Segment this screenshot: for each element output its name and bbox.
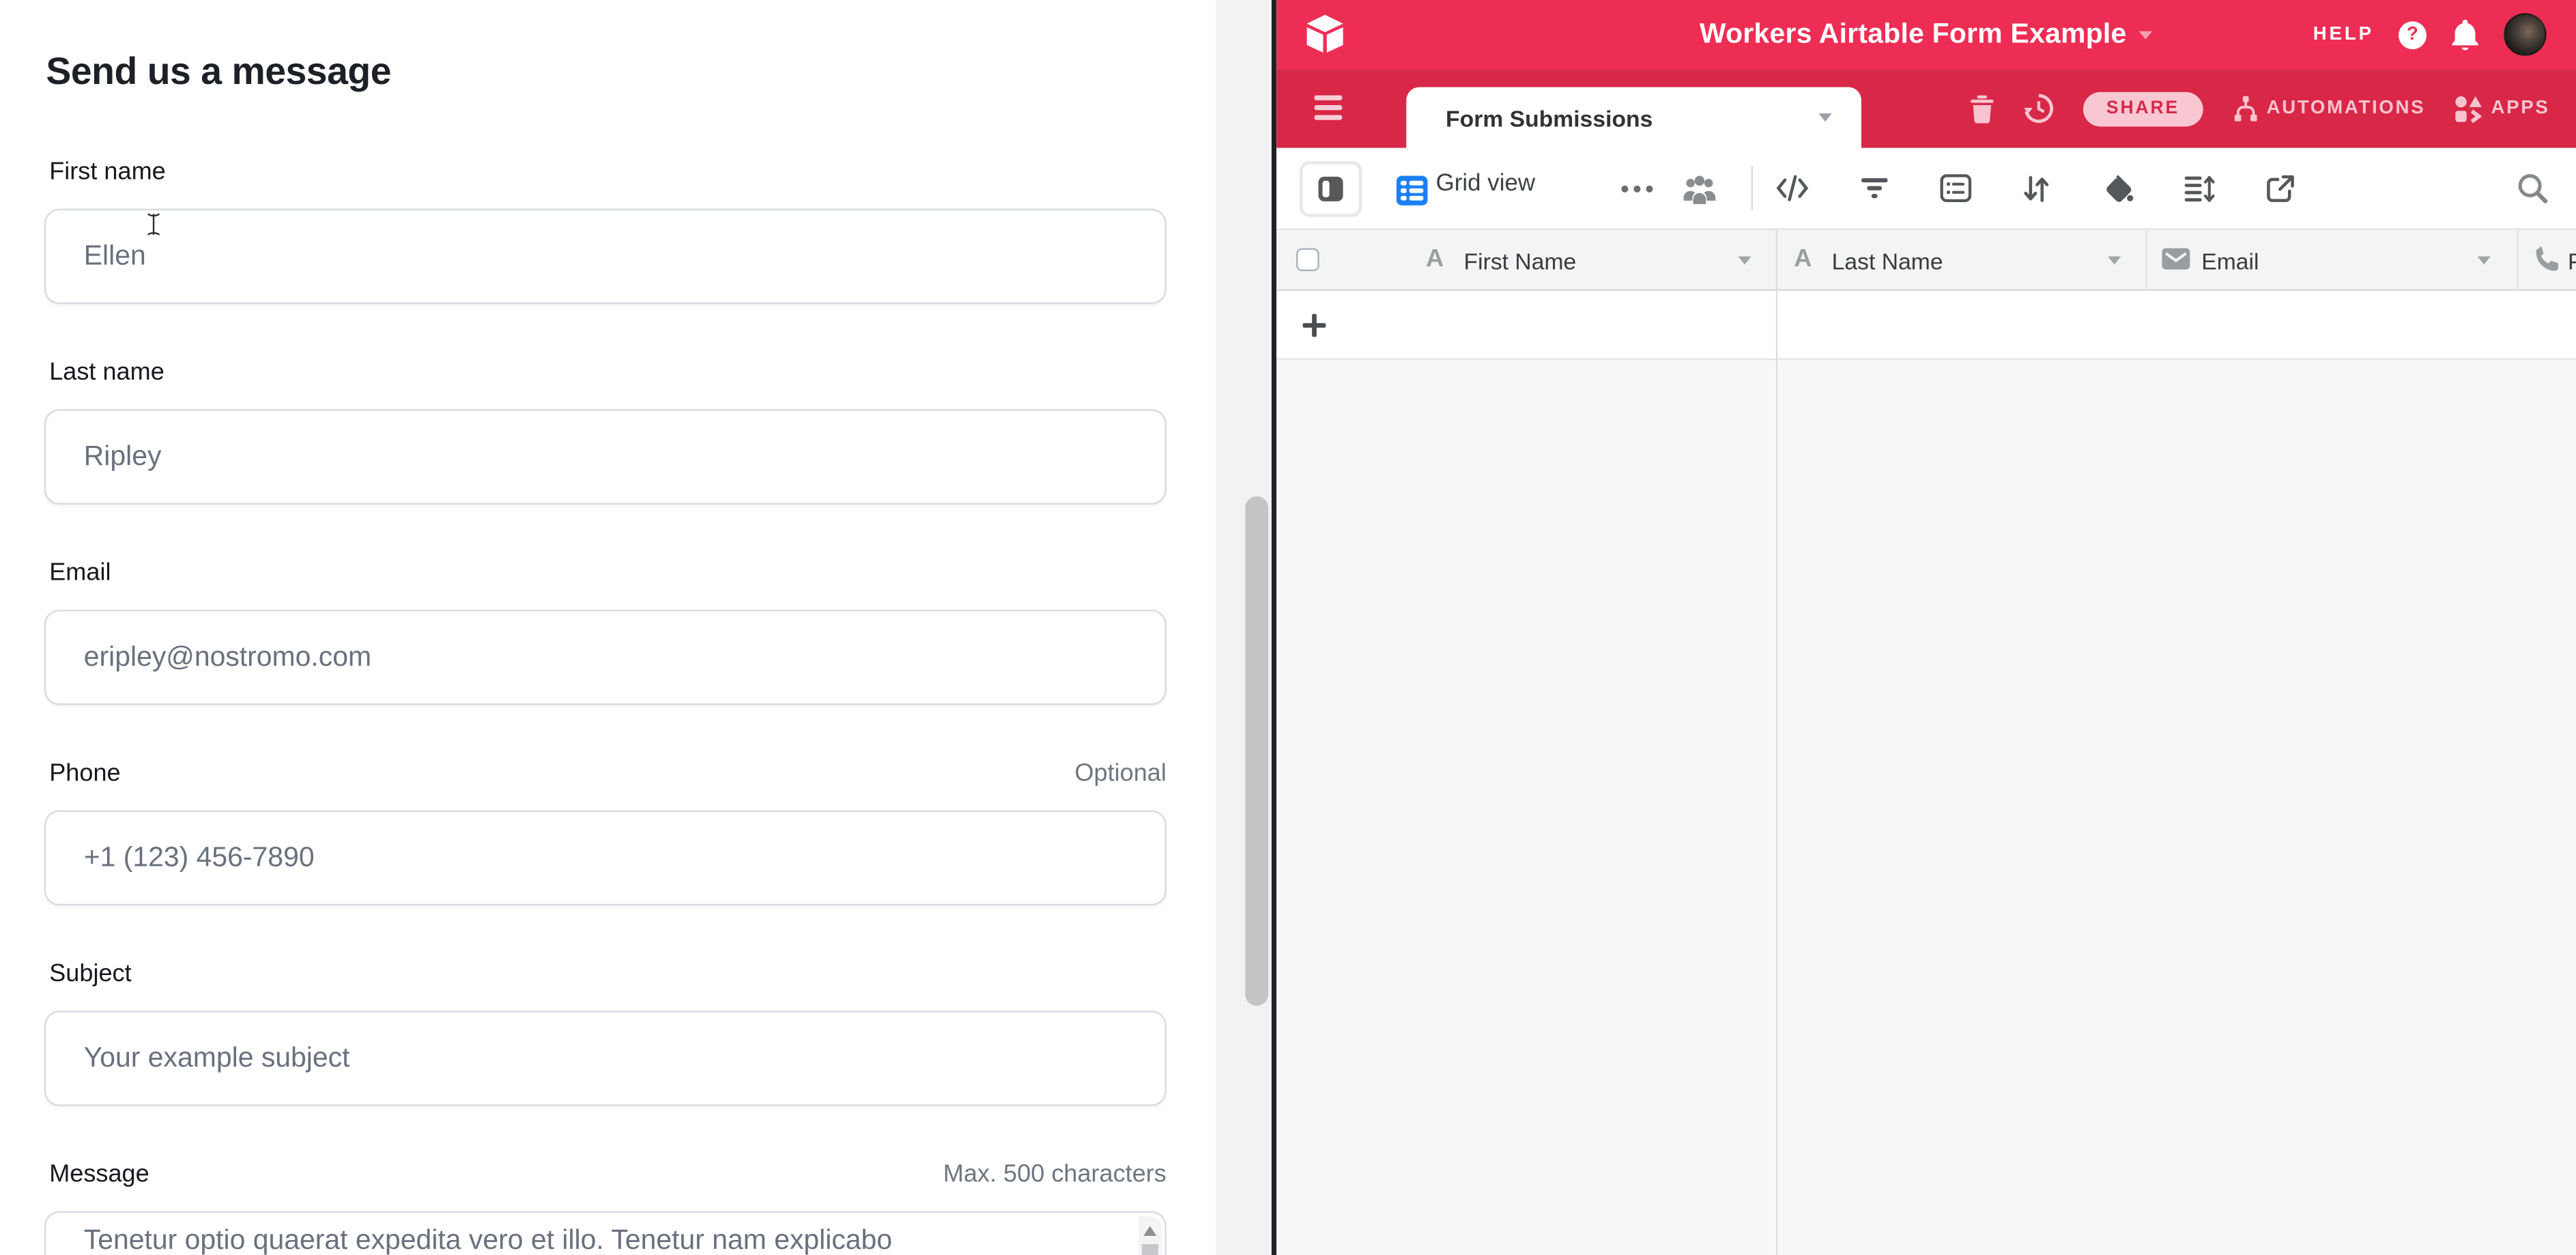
message-scrollbar-thumb[interactable] bbox=[1142, 1244, 1158, 1255]
help-button[interactable]: HELP bbox=[2313, 25, 2374, 44]
help-question-icon[interactable]: ? bbox=[2399, 20, 2427, 48]
hide-fields-code-icon[interactable] bbox=[1776, 174, 1809, 202]
grid-view-icon[interactable] bbox=[1397, 176, 1428, 206]
table-tab-caret-icon[interactable] bbox=[1818, 113, 1831, 122]
topbar-right-cluster: HELP ? bbox=[2313, 0, 2547, 69]
column-email-caret-icon[interactable] bbox=[2478, 256, 2491, 264]
airtable-panel: Workers Airtable Form Example HELP ? For… bbox=[1276, 0, 2576, 1255]
view-sidebar-toggle-button[interactable] bbox=[1300, 161, 1362, 217]
screen: Send us a message First name Ellen Last … bbox=[0, 0, 2576, 1255]
column-divider[interactable] bbox=[2517, 230, 2518, 291]
subject-input[interactable]: Your example subject bbox=[44, 1011, 1167, 1106]
column-header-last-name[interactable]: Last Name bbox=[1832, 248, 1943, 274]
trash-icon[interactable] bbox=[1970, 94, 1994, 122]
scroll-up-arrow-icon[interactable] bbox=[1143, 1226, 1156, 1236]
subject-label: Subject bbox=[49, 960, 131, 988]
table-tab-label: Form Submissions bbox=[1446, 104, 1818, 131]
color-paint-bucket-icon[interactable] bbox=[2103, 174, 2134, 206]
message-scrollbar[interactable] bbox=[1139, 1216, 1162, 1255]
collaborators-icon[interactable] bbox=[1683, 174, 1717, 206]
tables-menu-icon[interactable] bbox=[1315, 96, 1343, 119]
apps-icon bbox=[2455, 94, 2483, 122]
view-options-ellipsis-icon[interactable] bbox=[1620, 184, 1655, 194]
phone-optional-note: Optional bbox=[44, 759, 1167, 787]
message-text: Tenetur optio quaerat expedita vero et i… bbox=[84, 1224, 1119, 1255]
sidebar-panel-icon bbox=[1317, 176, 1344, 203]
automations-label: AUTOMATIONS bbox=[2267, 98, 2426, 118]
email-label: Email bbox=[49, 559, 111, 587]
column-header-email[interactable]: Email bbox=[2201, 248, 2259, 274]
add-row-row[interactable] bbox=[1276, 291, 2576, 360]
share-button[interactable]: SHARE bbox=[2083, 91, 2203, 126]
base-title-caret-icon[interactable] bbox=[2140, 31, 2153, 39]
share-view-external-icon[interactable] bbox=[2265, 174, 2295, 203]
column-header-phone[interactable]: Phone bbox=[2568, 248, 2576, 274]
apps-button[interactable]: APPS bbox=[2455, 94, 2550, 122]
notifications-bell-icon[interactable] bbox=[2451, 19, 2479, 51]
phone-input[interactable]: +1 (123) 456-7890 bbox=[44, 810, 1167, 906]
window-divider bbox=[1272, 0, 1276, 1255]
frozen-column-line bbox=[1776, 230, 1777, 1255]
view-name[interactable]: Grid view bbox=[1436, 171, 1535, 197]
text-field-type-icon: A bbox=[1794, 245, 1812, 273]
sort-icon[interactable] bbox=[2022, 174, 2050, 203]
message-textarea[interactable]: Tenetur optio quaerat expedita vero et i… bbox=[44, 1211, 1167, 1255]
tab-form-submissions[interactable]: Form Submissions bbox=[1406, 87, 1861, 148]
last-name-label: Last name bbox=[49, 358, 164, 386]
share-button-label: SHARE bbox=[2106, 98, 2179, 118]
form-title: Send us a message bbox=[46, 49, 391, 94]
column-divider[interactable] bbox=[2145, 230, 2147, 291]
apps-label: APPS bbox=[2491, 98, 2550, 118]
last-name-input[interactable]: Ripley bbox=[44, 409, 1167, 505]
automations-flow-icon bbox=[2232, 96, 2259, 122]
column-first-name-caret-icon[interactable] bbox=[1738, 256, 1751, 264]
add-row-plus-icon[interactable] bbox=[1303, 314, 1326, 337]
column-last-name-caret-icon[interactable] bbox=[2108, 256, 2121, 264]
toolbar-divider bbox=[1751, 166, 1753, 210]
user-avatar[interactable] bbox=[2504, 13, 2547, 56]
filter-icon[interactable] bbox=[1860, 174, 1889, 202]
text-field-type-icon: A bbox=[1426, 245, 1444, 273]
row-height-icon[interactable] bbox=[2184, 174, 2215, 203]
text-cursor-icon bbox=[145, 212, 162, 236]
column-header-first-name[interactable]: First Name bbox=[1464, 248, 1577, 274]
message-maxchars-note: Max. 500 characters bbox=[44, 1160, 1167, 1188]
base-title[interactable]: Workers Airtable Form Example bbox=[1700, 18, 2127, 51]
phone-field-type-icon bbox=[2533, 246, 2560, 273]
first-name-input[interactable]: Ellen bbox=[44, 209, 1167, 305]
select-all-checkbox[interactable] bbox=[1296, 248, 1319, 271]
page-scrollbar-thumb[interactable] bbox=[1245, 496, 1268, 1006]
search-icon[interactable] bbox=[2517, 173, 2548, 204]
first-name-label: First name bbox=[49, 158, 166, 186]
email-input[interactable]: eripley@nostromo.com bbox=[44, 610, 1167, 705]
tabbar-right-cluster: SHARE AUTOMATIONS APP bbox=[1970, 69, 2549, 148]
group-icon[interactable] bbox=[1941, 174, 1972, 202]
contact-form-panel: Send us a message First name Ellen Last … bbox=[0, 0, 1216, 1255]
email-field-type-icon bbox=[2162, 248, 2190, 269]
automations-button[interactable]: AUTOMATIONS bbox=[2232, 96, 2425, 122]
snapshots-history-icon[interactable] bbox=[2024, 94, 2054, 123]
